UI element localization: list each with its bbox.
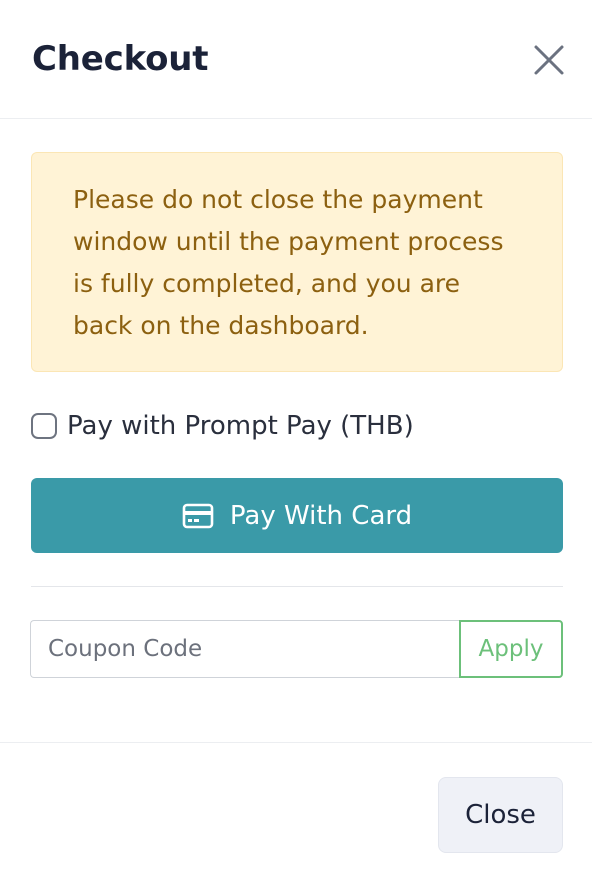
coupon-group: Apply [30, 620, 563, 678]
modal-footer: Close [0, 742, 592, 884]
prompt-pay-checkbox[interactable] [31, 413, 57, 439]
close-button[interactable]: Close [438, 777, 563, 853]
pay-with-card-label: Pay With Card [229, 500, 413, 531]
prompt-pay-option[interactable]: Pay with Prompt Pay (THB) [31, 406, 414, 446]
coupon-code-input[interactable] [30, 620, 459, 678]
section-divider [31, 586, 563, 587]
pay-with-card-button[interactable]: Pay With Card [31, 478, 563, 553]
payment-warning-alert: Please do not close the payment window u… [31, 152, 563, 372]
modal-header: Checkout [0, 0, 592, 119]
credit-card-icon [182, 503, 214, 529]
close-icon[interactable] [529, 40, 569, 80]
payment-warning-text: Please do not close the payment window u… [73, 185, 504, 340]
apply-coupon-button[interactable]: Apply [459, 620, 563, 678]
prompt-pay-label: Pay with Prompt Pay (THB) [67, 411, 414, 441]
modal-title: Checkout [32, 39, 209, 79]
checkout-modal: Checkout Please do not close the payment… [0, 0, 592, 884]
